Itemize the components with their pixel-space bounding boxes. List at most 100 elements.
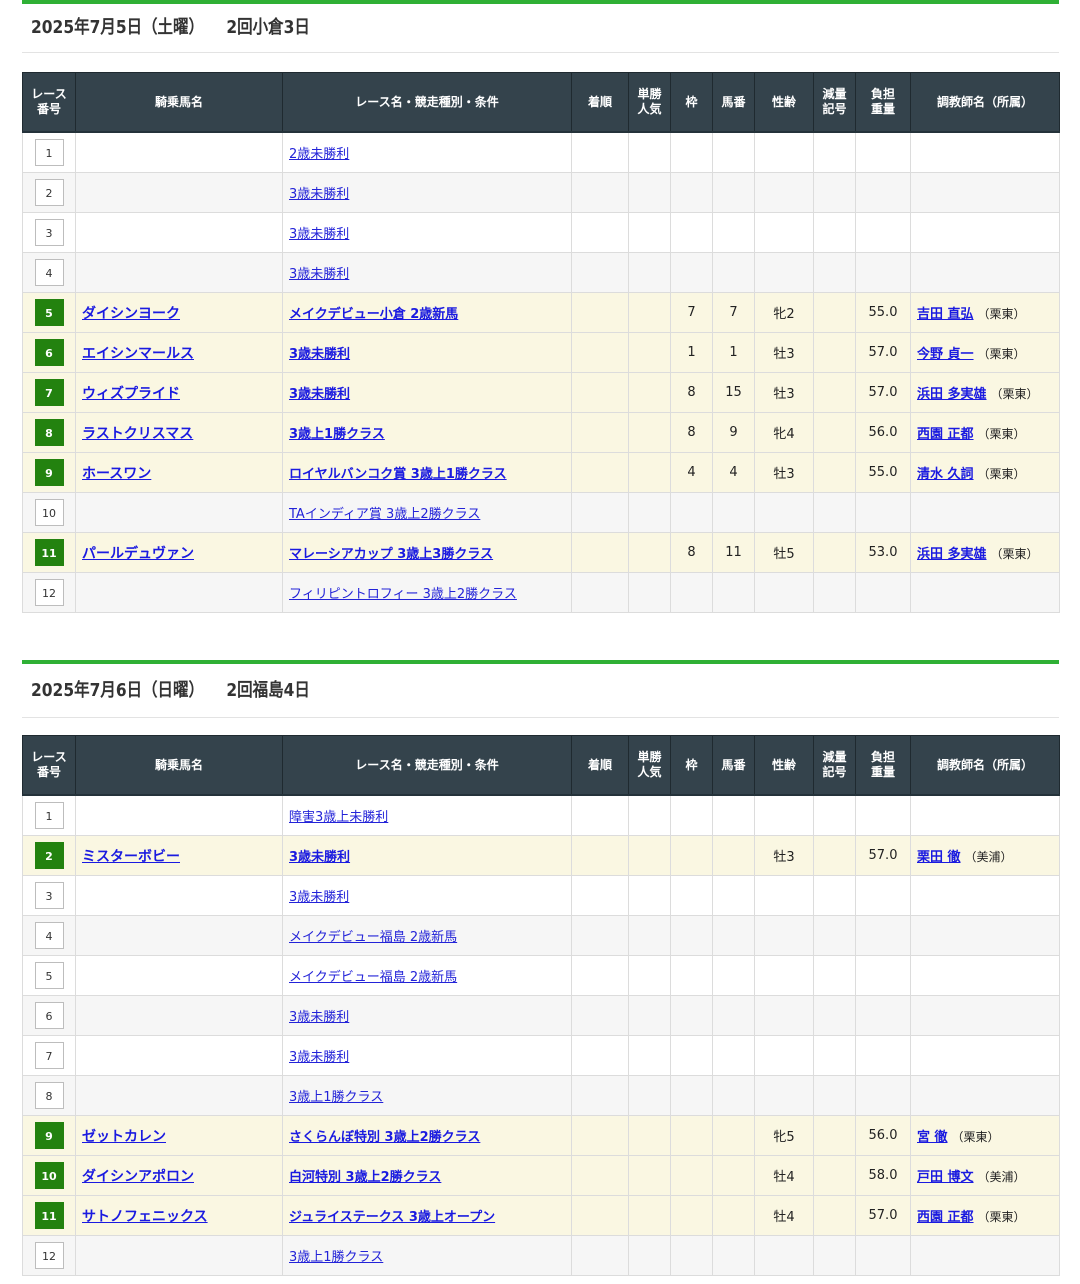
race-link[interactable]: TAインディア賞 3歳上2勝クラス (289, 507, 480, 522)
race-link[interactable]: 3歳上1勝クラス (289, 427, 385, 442)
cell-waku: 8 (670, 412, 713, 453)
header-race-number: レース 番号 (22, 72, 76, 133)
race-link[interactable]: メイクデビュー福島 2歳新馬 (289, 930, 457, 945)
race-number-badge: 1 (34, 802, 64, 829)
cell-horse (75, 995, 283, 1036)
cell-race-number: 10 (22, 1155, 76, 1196)
cell-weight-reduction (813, 412, 856, 453)
race-number-badge: 7 (34, 379, 64, 406)
race-link[interactable]: 3歳未勝利 (289, 850, 350, 865)
cell-race: フィリピントロフィー 3歳上2勝クラス (282, 572, 572, 613)
cell-race: 3歳未勝利 (282, 372, 572, 413)
horse-link[interactable]: ミスターボビー (82, 849, 180, 865)
race-link[interactable]: 3歳未勝利 (289, 267, 349, 282)
cell-race-number: 1 (22, 794, 76, 836)
trainer-link[interactable]: 清水 久詞 (917, 467, 974, 482)
race-link[interactable]: フィリピントロフィー 3歳上2勝クラス (289, 587, 517, 602)
race-link[interactable]: マレーシアカップ 3歳上3勝クラス (289, 547, 493, 562)
cell-weight-reduction (813, 1035, 856, 1076)
cell-horse (75, 955, 283, 996)
day-title: 2025年7月6日（日曜） 2回福島4日 (31, 676, 310, 702)
cell-sexage (754, 1235, 814, 1276)
cell-trainer: 戸田 博文 （美浦） (910, 1155, 1060, 1196)
sexage-value: 牝5 (773, 1130, 795, 1145)
cell-popularity (628, 915, 671, 956)
header-trainer: 調教師名（所属） (910, 72, 1060, 133)
cell-sexage: 牡3 (754, 372, 814, 413)
cell-waku (670, 1235, 713, 1276)
race-link[interactable]: さくらんぼ特別 3歳上2勝クラス (289, 1130, 480, 1145)
race-link[interactable]: ロイヤルバンコク賞 3歳上1勝クラス (289, 467, 507, 482)
cell-race-number: 11 (22, 1195, 76, 1236)
header-sexage: 性齢 (754, 735, 814, 796)
race-link[interactable]: 3歳未勝利 (289, 890, 349, 905)
race-row: 1 2歳未勝利 (22, 131, 1060, 173)
horse-link[interactable]: サトノフェニックス (82, 1209, 208, 1225)
horse-link[interactable]: ラストクリスマス (82, 426, 193, 442)
cell-umaban: 4 (712, 452, 755, 493)
trainer-link[interactable]: 西園 正都 (917, 427, 974, 442)
cell-weight (855, 1235, 911, 1276)
horse-link[interactable]: ゼットカレン (82, 1129, 166, 1145)
race-link[interactable]: 3歳未勝利 (289, 187, 349, 202)
cell-weight-reduction (813, 292, 856, 333)
race-link[interactable]: 3歳上1勝クラス (289, 1250, 383, 1265)
race-link[interactable]: 3歳未勝利 (289, 387, 350, 402)
trainer-link[interactable]: 西園 正都 (917, 1210, 974, 1225)
race-link[interactable]: メイクデビュー福島 2歳新馬 (289, 970, 457, 985)
horse-link[interactable]: ウィズプライド (82, 386, 180, 402)
cell-umaban (712, 172, 755, 213)
cell-horse: パールデュヴァン (75, 532, 283, 573)
race-link[interactable]: 障害3歳上未勝利 (289, 810, 388, 825)
cell-sexage (754, 995, 814, 1036)
trainer-link[interactable]: 栗田 徹 (917, 850, 961, 865)
race-link[interactable]: 2歳未勝利 (289, 147, 349, 162)
cell-sexage (754, 252, 814, 293)
horse-link[interactable]: パールデュヴァン (82, 546, 194, 562)
cell-trainer (910, 955, 1060, 996)
cell-weight-reduction (813, 212, 856, 253)
race-link[interactable]: メイクデビュー小倉 2歳新馬 (289, 307, 458, 322)
cell-umaban (712, 572, 755, 613)
trainer-link[interactable]: 今野 貞一 (917, 347, 974, 362)
race-link[interactable]: 3歳上1勝クラス (289, 1090, 383, 1105)
cell-weight-reduction (813, 1235, 856, 1276)
race-row: 7 3歳未勝利 (22, 1035, 1060, 1076)
header-popularity: 単勝 人気 (628, 735, 671, 796)
cell-trainer (910, 794, 1060, 836)
cell-popularity (628, 212, 671, 253)
race-number-badge: 11 (34, 1202, 64, 1229)
header-weight: 負担 重量 (855, 72, 911, 133)
cell-horse (75, 794, 283, 836)
title-underline (22, 52, 1059, 53)
horse-link[interactable]: ダイシンヨーク (82, 306, 180, 322)
cell-umaban: 15 (712, 372, 755, 413)
cell-weight (855, 915, 911, 956)
race-link[interactable]: 3歳未勝利 (289, 227, 349, 242)
race-link[interactable]: 3歳未勝利 (289, 347, 350, 362)
horse-link[interactable]: エイシンマールス (82, 346, 194, 362)
race-link[interactable]: 3歳未勝利 (289, 1050, 349, 1065)
umaban-value: 1 (729, 345, 738, 360)
horse-link[interactable]: ダイシンアポロン (82, 1169, 194, 1185)
trainer-link[interactable]: 吉田 直弘 (917, 307, 974, 322)
race-link[interactable]: ジュライステークス 3歳上オープン (289, 1210, 495, 1225)
cell-umaban (712, 794, 755, 836)
trainer-link[interactable]: 宮 徹 (917, 1130, 948, 1145)
header-weight-reduction: 減量 記号 (813, 735, 856, 796)
cell-weight: 57.0 (855, 1195, 911, 1236)
trainer-link[interactable]: 戸田 博文 (917, 1170, 974, 1185)
cell-race: TAインディア賞 3歳上2勝クラス (282, 492, 572, 533)
cell-trainer (910, 131, 1060, 173)
trainer-link[interactable]: 浜田 多実雄 (917, 387, 987, 402)
cell-popularity (628, 1115, 671, 1156)
race-link[interactable]: 白河特別 3歳上2勝クラス (289, 1170, 441, 1185)
cell-weight (855, 252, 911, 293)
horse-link[interactable]: ホースワン (82, 466, 151, 482)
race-rows: 1 障害3歳上未勝利 2 ミスターボビー 3歳未勝利 牡3 57.0 栗田 徹（美浦） 3 3歳未… (22, 794, 1060, 1276)
trainer-link[interactable]: 浜田 多実雄 (917, 547, 987, 562)
race-number-badge: 4 (34, 922, 64, 949)
cell-race-number: 9 (22, 1115, 76, 1156)
cell-popularity (628, 1155, 671, 1196)
race-link[interactable]: 3歳未勝利 (289, 1010, 349, 1025)
